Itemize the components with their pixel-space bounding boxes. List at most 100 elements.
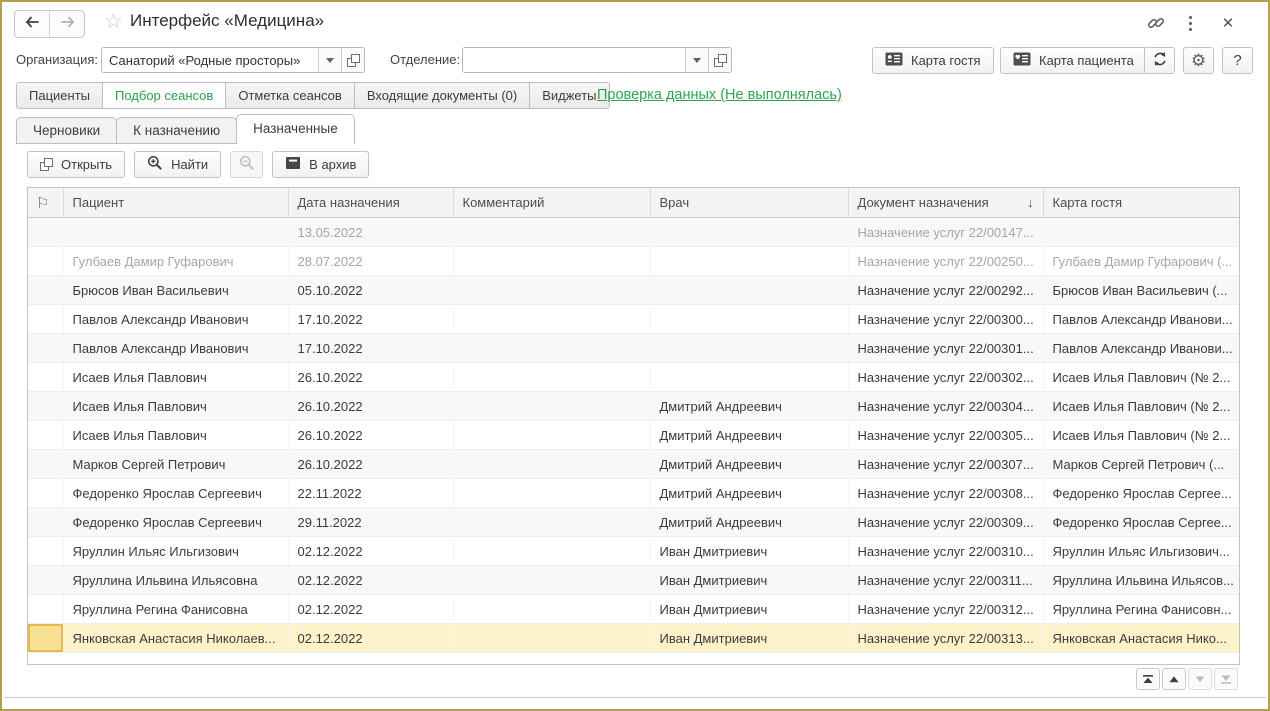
gear-icon[interactable]: ⚙ xyxy=(1183,47,1214,74)
more-menu-icon[interactable] xyxy=(1178,13,1202,33)
cell-patient[interactable]: Исаев Илья Павлович xyxy=(63,362,288,392)
cell-guest-card[interactable]: Исаев Илья Павлович (№ 2... xyxy=(1043,362,1239,392)
department-dropdown-button[interactable] xyxy=(685,48,708,72)
cell-doctor[interactable]: Иван Дмитриевич xyxy=(650,594,848,624)
cell-guest-card[interactable] xyxy=(1043,217,1239,247)
favorite-star-icon[interactable]: ☆ xyxy=(104,10,123,34)
table-row[interactable]: 13.05.2022 Назначение услуг 22/00147... xyxy=(28,217,1239,247)
cell-document[interactable]: Назначение услуг 22/00308... xyxy=(848,478,1043,508)
cell-comment[interactable] xyxy=(453,507,650,537)
cell-patient[interactable]: Брюсов Иван Васильевич xyxy=(63,275,288,305)
cell-guest-card[interactable]: Павлов Александр Иванови... xyxy=(1043,304,1239,334)
sub-tab-0[interactable]: Черновики xyxy=(16,117,118,144)
cell-document[interactable]: Назначение услуг 22/00300... xyxy=(848,304,1043,334)
cell-comment[interactable] xyxy=(453,623,650,653)
cell-comment[interactable] xyxy=(453,304,650,334)
sub-tab-1[interactable]: К назначению xyxy=(116,117,238,144)
cell-guest-card[interactable]: Яруллина Регина Фанисовн... xyxy=(1043,594,1239,624)
cell-guest-card[interactable]: Федоренко Ярослав Сергее... xyxy=(1043,478,1239,508)
main-tab-3[interactable]: Входящие документы (0) xyxy=(353,82,531,109)
column-date[interactable]: Дата назначения xyxy=(288,188,454,218)
column-guest-card[interactable]: Карта гостя xyxy=(1043,188,1239,218)
cell-doctor[interactable] xyxy=(650,304,848,334)
main-tab-0[interactable]: Пациенты xyxy=(16,82,103,109)
table-row[interactable]: Исаев Илья Павлович 26.10.2022 Дмитрий А… xyxy=(28,391,1239,421)
data-check-link[interactable]: Проверка данных (Не выполнялась) xyxy=(597,87,842,103)
cell-date[interactable]: 05.10.2022 xyxy=(288,275,453,305)
cell-flag[interactable] xyxy=(28,565,63,595)
table-row[interactable]: Федоренко Ярослав Сергеевич 22.11.2022 Д… xyxy=(28,478,1239,508)
cell-document[interactable]: Назначение услуг 22/00302... xyxy=(848,362,1043,392)
cell-date[interactable]: 13.05.2022 xyxy=(288,217,453,247)
cell-document[interactable]: Назначение услуг 22/00310... xyxy=(848,536,1043,566)
column-doctor[interactable]: Врач xyxy=(650,188,849,218)
cell-flag[interactable] xyxy=(28,623,63,653)
table-row[interactable]: Брюсов Иван Васильевич 05.10.2022 Назнач… xyxy=(28,275,1239,305)
cell-document[interactable]: Назначение услуг 22/00250... xyxy=(848,246,1043,276)
cell-doctor[interactable]: Дмитрий Андреевич xyxy=(650,391,848,421)
table-row[interactable]: Исаев Илья Павлович 26.10.2022 Назначени… xyxy=(28,362,1239,392)
cell-flag[interactable] xyxy=(28,507,63,537)
cell-date[interactable]: 28.07.2022 xyxy=(288,246,453,276)
table-row[interactable]: Янковская Анастасия Николаев... 02.12.20… xyxy=(28,623,1239,653)
cell-document[interactable]: Назначение услуг 22/00292... xyxy=(848,275,1043,305)
cell-doctor[interactable] xyxy=(650,275,848,305)
cell-document[interactable]: Назначение услуг 22/00147... xyxy=(848,217,1043,247)
guest-card-button[interactable]: Карта гостя xyxy=(872,47,994,74)
cell-date[interactable]: 02.12.2022 xyxy=(288,594,453,624)
table-row[interactable]: Федоренко Ярослав Сергеевич 29.11.2022 Д… xyxy=(28,507,1239,537)
cell-comment[interactable] xyxy=(453,420,650,450)
cell-doctor[interactable]: Иван Дмитриевич xyxy=(650,623,848,653)
column-document[interactable]: Документ назначения ↓ xyxy=(848,188,1044,218)
cell-flag[interactable] xyxy=(28,275,63,305)
cell-patient[interactable]: Исаев Илья Павлович xyxy=(63,420,288,450)
cell-flag[interactable] xyxy=(28,304,63,334)
patient-card-button[interactable]: Карта пациента xyxy=(1000,47,1147,74)
cell-date[interactable]: 02.12.2022 xyxy=(288,536,453,566)
cell-doctor[interactable]: Дмитрий Андреевич xyxy=(650,449,848,479)
cell-comment[interactable] xyxy=(453,217,650,247)
cell-flag[interactable] xyxy=(28,391,63,421)
cell-comment[interactable] xyxy=(453,362,650,392)
column-flag[interactable]: ⚐ xyxy=(28,188,64,218)
help-button[interactable]: ? xyxy=(1222,47,1253,74)
main-tab-2[interactable]: Отметка сеансов xyxy=(225,82,355,109)
column-comment[interactable]: Комментарий xyxy=(453,188,651,218)
department-value[interactable] xyxy=(463,48,685,72)
cell-doctor[interactable]: Дмитрий Андреевич xyxy=(650,420,848,450)
cell-date[interactable]: 02.12.2022 xyxy=(288,565,453,595)
cell-date[interactable]: 29.11.2022 xyxy=(288,507,453,537)
organization-combobox[interactable]: Санаторий «Родные просторы» xyxy=(101,47,365,73)
table-row[interactable]: Павлов Александр Иванович 17.10.2022 Наз… xyxy=(28,304,1239,334)
cell-patient[interactable]: Павлов Александр Иванович xyxy=(63,333,288,363)
cell-document[interactable]: Назначение услуг 22/00313... xyxy=(848,623,1043,653)
cell-comment[interactable] xyxy=(453,391,650,421)
cell-date[interactable]: 17.10.2022 xyxy=(288,304,453,334)
cell-patient[interactable]: Павлов Александр Иванович xyxy=(63,304,288,334)
cell-patient[interactable]: Исаев Илья Павлович xyxy=(63,391,288,421)
main-tab-1[interactable]: Подбор сеансов xyxy=(102,82,227,109)
cell-date[interactable]: 02.12.2022 xyxy=(288,623,453,653)
sub-tab-2[interactable]: Назначенные xyxy=(236,114,355,144)
cell-guest-card[interactable]: Яруллина Ильвина Ильясов... xyxy=(1043,565,1239,595)
cell-guest-card[interactable]: Павлов Александр Иванови... xyxy=(1043,333,1239,363)
cell-flag[interactable] xyxy=(28,246,63,276)
cell-comment[interactable] xyxy=(453,594,650,624)
cell-comment[interactable] xyxy=(453,536,650,566)
cell-document[interactable]: Назначение услуг 22/00301... xyxy=(848,333,1043,363)
forward-button[interactable] xyxy=(49,11,84,37)
cell-doctor[interactable]: Иван Дмитриевич xyxy=(650,536,848,566)
cell-patient[interactable]: Яруллин Ильяс Ильгизович xyxy=(63,536,288,566)
cell-doctor[interactable] xyxy=(650,333,848,363)
cell-comment[interactable] xyxy=(453,449,650,479)
cell-doctor[interactable] xyxy=(650,362,848,392)
table-row[interactable]: Яруллина Ильвина Ильясовна 02.12.2022 Ив… xyxy=(28,565,1239,595)
cell-date[interactable]: 17.10.2022 xyxy=(288,333,453,363)
close-icon[interactable]: ✕ xyxy=(1216,13,1240,33)
cell-guest-card[interactable]: Исаев Илья Павлович (№ 2... xyxy=(1043,391,1239,421)
table-row[interactable]: Гулбаев Дамир Гуфарович 28.07.2022 Назна… xyxy=(28,246,1239,276)
organization-value[interactable]: Санаторий «Родные просторы» xyxy=(102,48,318,72)
cell-guest-card[interactable]: Исаев Илья Павлович (№ 2... xyxy=(1043,420,1239,450)
back-button[interactable] xyxy=(15,11,49,37)
go-first-button[interactable] xyxy=(1136,668,1160,690)
